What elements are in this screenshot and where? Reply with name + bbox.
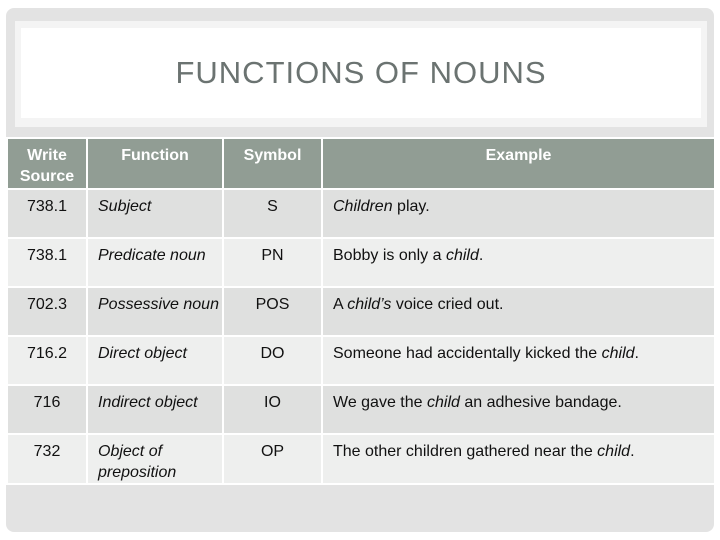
table-row: 738.1 Subject S Children play. (6, 188, 716, 239)
example-text: Bobby is only a (333, 247, 446, 264)
example-noun: child (426, 394, 460, 411)
cell-function: Subject (86, 188, 224, 239)
table-row: 732 Object of preposition OP The other c… (6, 433, 716, 485)
example-noun: child (597, 443, 631, 460)
cell-symbol: OP (222, 433, 323, 485)
cell-write-source: 716.2 (6, 335, 88, 386)
cell-example: Children play. (321, 188, 716, 239)
example-text: play. (392, 198, 430, 215)
cell-symbol: POS (222, 286, 323, 337)
cell-symbol: PN (222, 237, 323, 288)
cell-write-source: 732 (6, 433, 88, 485)
cell-symbol: DO (222, 335, 323, 386)
cell-example: The other children gathered near the chi… (321, 433, 716, 485)
noun-functions-table: Write Source Function Symbol Example 738… (6, 137, 716, 485)
header-example: Example (321, 137, 716, 190)
example-text: The other children gathered near the (333, 443, 598, 460)
example-text: . (634, 345, 639, 362)
title-area: FUNCTIONS OF NOUNS (21, 28, 701, 118)
example-noun: Children (333, 198, 393, 215)
header-symbol: Symbol (222, 137, 323, 190)
example-noun: child’s (347, 296, 392, 313)
table-header-row: Write Source Function Symbol Example (6, 137, 716, 190)
cell-symbol: IO (222, 384, 323, 435)
example-text: an adhesive bandage. (459, 394, 622, 411)
table-row: 716.2 Direct object DO Someone had accid… (6, 335, 716, 386)
header-function: Function (86, 137, 224, 190)
example-text: voice cried out. (391, 296, 504, 313)
example-text: Someone had accidentally kicked the (333, 345, 602, 362)
cell-write-source: 738.1 (6, 237, 88, 288)
example-text: . (478, 247, 484, 264)
example-noun: child (445, 247, 479, 264)
header-write-source: Write Source (6, 137, 88, 190)
table-row: 738.1 Predicate noun PN Bobby is only a … (6, 237, 716, 288)
example-noun: child (601, 345, 635, 362)
cell-write-source: 716 (6, 384, 88, 435)
cell-function: Predicate noun (86, 237, 224, 288)
slide-title: FUNCTIONS OF NOUNS (175, 55, 547, 90)
cell-function: Possessive noun (86, 286, 224, 337)
table-row: 702.3 Possessive noun POS A child’s voic… (6, 286, 716, 337)
cell-write-source: 702.3 (6, 286, 88, 337)
cell-symbol: S (222, 188, 323, 239)
table-row: 716 Indirect object IO We gave the child… (6, 384, 716, 435)
cell-function: Indirect object (86, 384, 224, 435)
cell-write-source: 738.1 (6, 188, 88, 239)
example-text: A (333, 296, 348, 313)
cell-function: Object of preposition (86, 433, 224, 485)
cell-example: Someone had accidentally kicked the chil… (321, 335, 716, 386)
example-text: We gave the (333, 394, 427, 411)
cell-example: Bobby is only a child. (321, 237, 716, 288)
cell-example: A child’s voice cried out. (321, 286, 716, 337)
cell-example: We gave the child an adhesive bandage. (321, 384, 716, 435)
example-text: . (630, 443, 635, 460)
cell-function: Direct object (86, 335, 224, 386)
